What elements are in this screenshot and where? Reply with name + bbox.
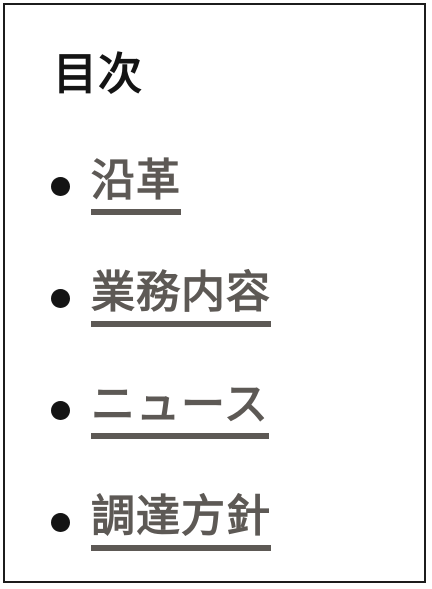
toc-title: 目次 <box>53 49 143 100</box>
table-of-contents: 目次 沿革 業務内容 ニュース 調達方針 <box>3 3 426 583</box>
toc-link-history[interactable]: 沿革 <box>91 155 181 215</box>
bullet-icon <box>51 177 70 196</box>
bullet-icon <box>51 513 70 532</box>
bullet-icon <box>51 401 70 420</box>
toc-item-business: 業務内容 <box>51 267 271 327</box>
bullet-icon <box>51 289 70 308</box>
toc-link-news[interactable]: ニュース <box>91 379 269 439</box>
toc-item-news: ニュース <box>51 379 269 439</box>
toc-link-procurement[interactable]: 調達方針 <box>91 491 271 551</box>
toc-link-business[interactable]: 業務内容 <box>91 267 271 327</box>
toc-item-history: 沿革 <box>51 155 181 215</box>
toc-item-procurement: 調達方針 <box>51 491 271 551</box>
